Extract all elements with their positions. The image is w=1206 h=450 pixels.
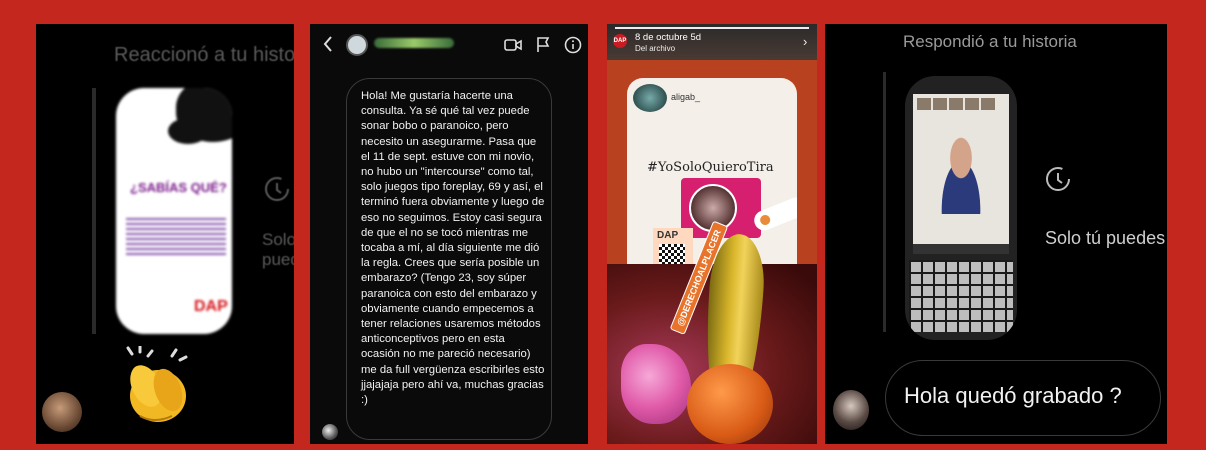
story-card-title: ¿SABÍAS QUÉ?: [130, 180, 227, 195]
dm-header: [310, 24, 588, 68]
contact-avatar[interactable]: [346, 34, 368, 56]
clapping-hands-icon: [110, 344, 210, 426]
story-date: 8 de octubre 5d: [635, 32, 702, 43]
story-panel: DAP 8 de octubre 5d Del archivo › aligab…: [607, 24, 817, 444]
post-hashtag: #YoSoloQuieroTira: [647, 160, 774, 175]
info-icon[interactable]: [564, 36, 582, 59]
story-card-text-blurred: [126, 218, 226, 258]
reply-bubble[interactable]: Hola quedó grabado ?: [885, 360, 1161, 436]
story-header: DAP 8 de octubre 5d Del archivo ›: [607, 24, 817, 60]
view-once-text: Solo tú puedes: [1045, 228, 1166, 248]
hair-illustration-detail: [168, 118, 208, 144]
reaction-panel: Reaccionó a tu historia ¿SABÍAS QUÉ? DAP…: [36, 24, 294, 444]
story-progress-bar: [615, 27, 809, 29]
story-thumbnail[interactable]: [905, 76, 1017, 340]
video-call-participant: [931, 134, 991, 214]
laptop-dock: [913, 244, 1009, 254]
story-archive-label: Del archivo: [635, 44, 676, 53]
post-avatar: [633, 84, 667, 112]
thread-line: [92, 88, 96, 334]
user-avatar[interactable]: [42, 392, 82, 432]
dm-panel: Hola! Me gustaría hacerte una consulta. …: [310, 24, 588, 444]
reply-header: Respondió a tu historia: [903, 32, 1077, 51]
reaction-header: Reaccionó a tu historia: [114, 44, 294, 66]
sticker-avatar: [758, 213, 772, 227]
history-clock-icon: [1043, 164, 1073, 199]
flag-icon[interactable]: [536, 37, 550, 58]
laptop-keyboard-rows: [909, 260, 1013, 332]
message-text: Hola! Me gustaría hacerte una consulta. …: [361, 90, 545, 407]
reply-text: Hola quedó grabado ?: [904, 383, 1122, 408]
reply-panel: Respondió a tu historia Solo tú puedes H…: [825, 24, 1167, 444]
history-clock-icon: [262, 174, 292, 209]
post-handle: aligab_: [671, 92, 701, 102]
video-call-thumbnails: [917, 98, 995, 110]
chevron-right-icon[interactable]: ›: [803, 34, 807, 49]
laptop-screen: [913, 94, 1009, 244]
contact-name-redacted[interactable]: [374, 38, 454, 48]
video-call-icon[interactable]: [504, 37, 522, 58]
dap-logo: DAP: [194, 298, 228, 315]
sender-avatar[interactable]: [322, 424, 338, 440]
view-once-text: Solo tú puedes: [262, 230, 294, 269]
account-logo[interactable]: DAP: [613, 34, 627, 48]
thread-line: [883, 72, 886, 332]
orange-image: [687, 364, 773, 444]
message-bubble[interactable]: Hola! Me gustaría hacerte una consulta. …: [346, 78, 552, 440]
story-age: 5d: [690, 32, 702, 43]
dm-header-icons: [504, 36, 582, 59]
user-avatar[interactable]: [833, 390, 869, 430]
story-thumbnail[interactable]: ¿SABÍAS QUÉ? DAP: [116, 88, 232, 334]
chevron-left-icon[interactable]: [322, 34, 334, 59]
dap-card-logo: DAP: [657, 230, 679, 241]
